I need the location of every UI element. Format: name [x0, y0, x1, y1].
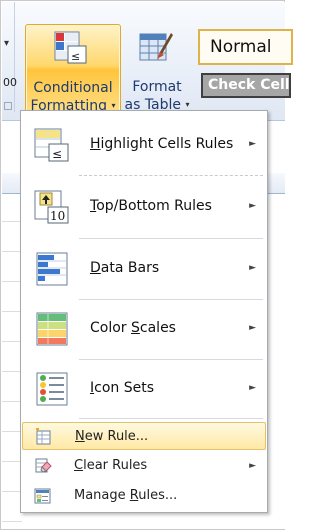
row-gridline [2, 401, 22, 402]
cell-style-check-cell-label: Check Cell [208, 77, 290, 93]
conditional-formatting-button[interactable]: ≤ Conditional Formatting ▾ [25, 24, 121, 116]
manage-rules-icon [34, 488, 51, 504]
row-gridline [2, 371, 22, 372]
submenu-arrow-icon: ► [249, 323, 256, 333]
menu-item-label: Clear Rules [74, 458, 148, 473]
menu-item-color-scales[interactable]: Color Scales ► [22, 299, 266, 359]
icon-sets-icon [36, 372, 68, 406]
submenu-arrow-icon: ► [249, 201, 256, 211]
highlight-cells-icon: ≤ [34, 128, 69, 162]
menu-item-label: Icon Sets [90, 380, 155, 396]
svg-text:≤: ≤ [71, 50, 80, 63]
menu-separator [79, 418, 263, 419]
row-gridline [2, 281, 22, 282]
menu-item-label: Color Scales [90, 320, 176, 336]
menu-item-data-bars[interactable]: Data Bars ► [22, 239, 266, 299]
format-as-table-label: Format as Table ▾ [122, 78, 192, 114]
menu-item-label: Top/Bottom Rules [90, 198, 212, 214]
cell-style-normal-label: Normal [210, 37, 272, 57]
svg-text:10: 10 [50, 209, 65, 223]
number-format-digits: 00 [3, 76, 17, 89]
dropdown-arrow-icon: ▾ [111, 101, 116, 110]
menu-item-manage-rules[interactable]: Manage Rules... [22, 482, 266, 510]
conditional-formatting-icon: ≤ [54, 31, 87, 64]
format-as-table-line1: Format [132, 79, 182, 95]
format-as-table-icon [139, 33, 173, 61]
submenu-arrow-icon: ► [249, 263, 256, 273]
data-bars-icon [36, 252, 68, 286]
submenu-arrow-icon: ► [249, 139, 256, 149]
chevron-down-icon: ▾ [4, 38, 10, 49]
menu-item-highlight-cells-rules[interactable]: ≤ Highlight Cells Rules ► [22, 115, 266, 175]
menu-item-clear-rules[interactable]: Clear Rules ► [22, 452, 266, 480]
submenu-arrow-icon: ► [249, 461, 256, 471]
submenu-arrow-icon: ► [249, 383, 256, 393]
screenshot-frame: ▾ 00 ≤ Conditional Formatting ▾ Format a… [0, 0, 293, 530]
menu-item-label: Highlight Cells Rules [90, 136, 234, 152]
menu-item-new-rule[interactable]: New Rule... [22, 422, 266, 450]
row-gridline [2, 341, 22, 342]
format-as-table-button[interactable]: Format as Table ▾ [122, 24, 192, 114]
row-gridline [2, 221, 22, 222]
top-bottom-icon: 10 [34, 190, 69, 224]
cell-style-normal[interactable]: Normal [198, 29, 293, 65]
conditional-formatting-line1: Conditional [33, 80, 113, 96]
dropdown-arrow-icon: ▾ [185, 100, 190, 109]
conditional-formatting-menu: ≤ Highlight Cells Rules ► 10 Top/Bottom … [20, 110, 268, 513]
row-gridline [2, 431, 22, 432]
menu-item-top-bottom-rules[interactable]: 10 Top/Bottom Rules ► [22, 177, 266, 237]
row-gridline [2, 521, 22, 522]
new-rule-icon [36, 428, 51, 445]
row-gridline [2, 311, 22, 312]
dialog-launcher-icon[interactable] [4, 102, 12, 110]
cell-style-check-cell[interactable]: Check Cell [201, 73, 291, 98]
menu-item-label: Data Bars [90, 260, 160, 276]
clear-rules-icon [35, 458, 52, 473]
row-gridline [2, 491, 22, 492]
menu-item-icon-sets[interactable]: Icon Sets ► [22, 359, 266, 419]
svg-text:≤: ≤ [52, 147, 62, 161]
row-gridline [2, 251, 22, 252]
color-scales-icon [36, 312, 68, 346]
row-gridline [2, 461, 22, 462]
menu-item-label: Manage Rules... [74, 488, 178, 503]
menu-item-label: New Rule... [75, 429, 149, 444]
ribbon-left-group[interactable]: ▾ 00 [2, 2, 17, 112]
ribbon: ▾ 00 ≤ Conditional Formatting ▾ Format a… [2, 2, 293, 121]
menu-separator [79, 175, 263, 176]
